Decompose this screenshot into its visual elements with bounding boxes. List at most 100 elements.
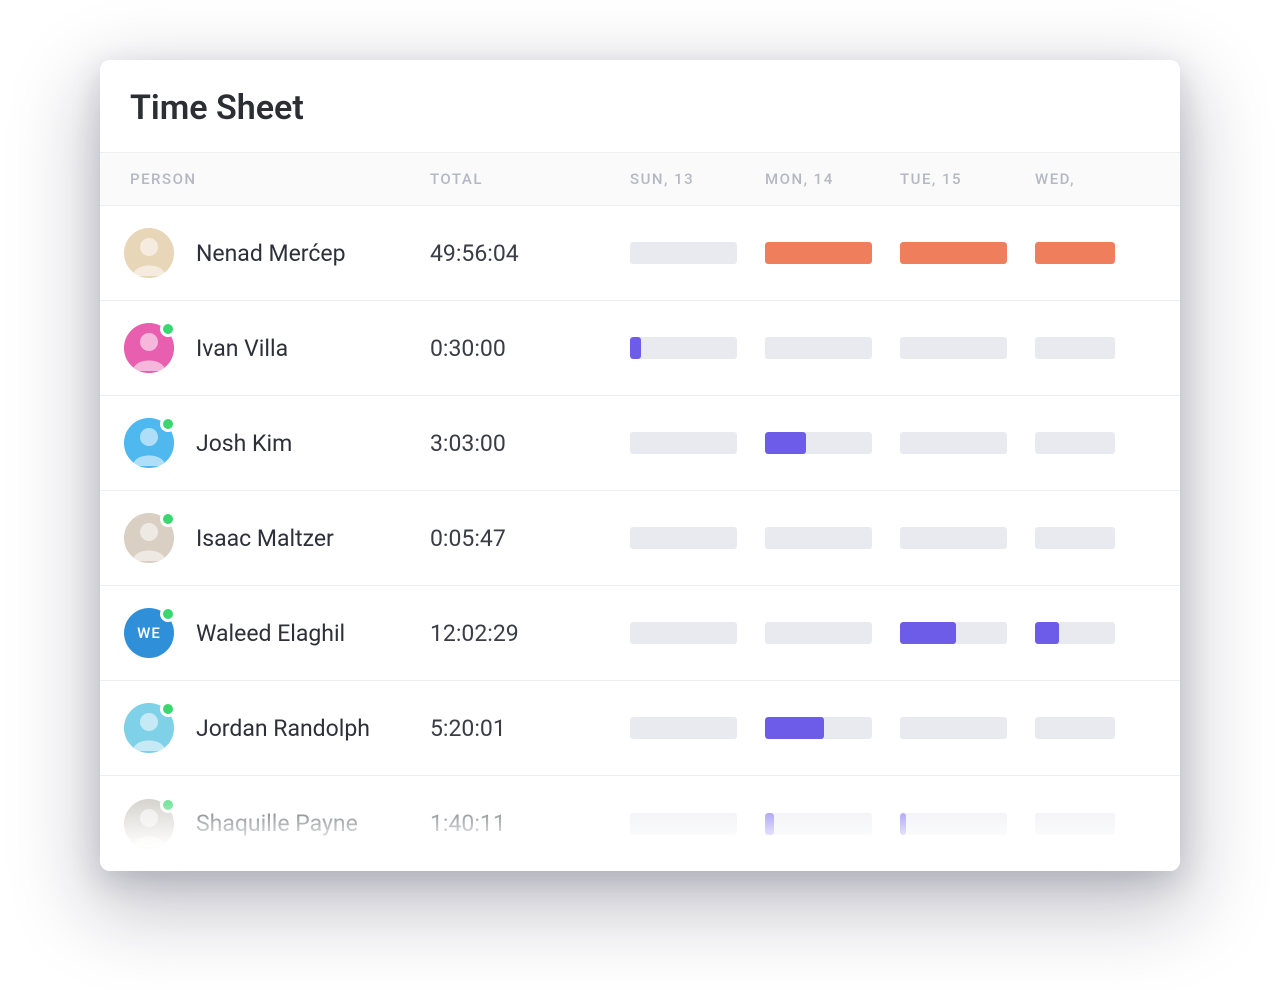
table-row[interactable]: Josh Kim 3:03:00 <box>100 396 1180 491</box>
day-cell[interactable] <box>1035 337 1115 359</box>
time-bar <box>900 717 1007 739</box>
time-bar <box>1035 432 1115 454</box>
person-cell: Josh Kim <box>100 418 430 468</box>
avatar[interactable] <box>124 703 174 753</box>
time-bar-fill <box>1035 622 1059 644</box>
time-bar-fill <box>765 432 806 454</box>
time-bar <box>1035 717 1115 739</box>
time-bar <box>1035 813 1115 835</box>
timesheet-card: Time Sheet PERSON TOTAL SUN, 13 MON, 14 … <box>100 60 1180 871</box>
day-cell[interactable] <box>1035 242 1115 264</box>
day-cell[interactable] <box>765 622 900 644</box>
time-bar-fill <box>900 622 956 644</box>
person-name[interactable]: Ivan Villa <box>196 335 288 362</box>
col-header-day-3[interactable]: WED, <box>1035 170 1115 188</box>
time-bar <box>765 717 872 739</box>
avatar[interactable] <box>124 799 174 849</box>
day-cell[interactable] <box>900 813 1035 835</box>
day-cell[interactable] <box>765 813 900 835</box>
day-cell[interactable] <box>765 717 900 739</box>
time-bar <box>630 242 737 264</box>
time-bar <box>765 813 872 835</box>
presence-indicator-icon <box>160 416 176 432</box>
col-header-day-2[interactable]: TUE, 15 <box>900 170 1035 188</box>
avatar-photo <box>124 228 174 278</box>
day-cell[interactable] <box>765 432 900 454</box>
day-cell[interactable] <box>900 432 1035 454</box>
total-time: 5:20:01 <box>430 715 630 742</box>
col-header-day-0[interactable]: SUN, 13 <box>630 170 765 188</box>
day-cell[interactable] <box>900 622 1035 644</box>
person-name[interactable]: Shaquille Payne <box>196 810 358 837</box>
day-cell[interactable] <box>630 337 765 359</box>
time-bar <box>900 337 1007 359</box>
time-bar-fill <box>765 242 872 264</box>
table-row[interactable]: Jordan Randolph 5:20:01 <box>100 681 1180 776</box>
person-name[interactable]: Josh Kim <box>196 430 292 457</box>
time-bar <box>1035 527 1115 549</box>
avatar[interactable]: WE <box>124 608 174 658</box>
day-cell[interactable] <box>1035 527 1115 549</box>
table-row[interactable]: Nenad Merćep 49:56:04 <box>100 206 1180 301</box>
day-cell[interactable] <box>765 242 900 264</box>
time-bar <box>900 432 1007 454</box>
time-bar-fill <box>765 717 824 739</box>
col-header-day-1[interactable]: MON, 14 <box>765 170 900 188</box>
time-bar <box>630 527 737 549</box>
person-name[interactable]: Waleed Elaghil <box>196 620 345 647</box>
time-bar <box>765 527 872 549</box>
avatar[interactable] <box>124 228 174 278</box>
time-bar <box>1035 337 1115 359</box>
time-bar-fill <box>765 813 774 835</box>
day-cell[interactable] <box>1035 622 1115 644</box>
total-time: 1:40:11 <box>430 810 630 837</box>
day-cell[interactable] <box>630 527 765 549</box>
avatar[interactable] <box>124 323 174 373</box>
person-name[interactable]: Isaac Maltzer <box>196 525 334 552</box>
table-row[interactable]: Shaquille Payne 1:40:11 <box>100 776 1180 871</box>
day-cell[interactable] <box>630 813 765 835</box>
table-row[interactable]: Isaac Maltzer 0:05:47 <box>100 491 1180 586</box>
day-cell[interactable] <box>630 622 765 644</box>
avatar[interactable] <box>124 418 174 468</box>
person-cell: Isaac Maltzer <box>100 513 430 563</box>
presence-indicator-icon <box>160 606 176 622</box>
day-cell[interactable] <box>900 717 1035 739</box>
presence-indicator-icon <box>160 511 176 527</box>
total-time: 49:56:04 <box>430 240 630 267</box>
person-cell: Ivan Villa <box>100 323 430 373</box>
person-name[interactable]: Jordan Randolph <box>196 715 370 742</box>
day-cell[interactable] <box>765 337 900 359</box>
time-bar <box>630 337 737 359</box>
person-cell: WE Waleed Elaghil <box>100 608 430 658</box>
person-name[interactable]: Nenad Merćep <box>196 240 346 267</box>
col-header-person[interactable]: PERSON <box>100 170 430 188</box>
time-bar <box>630 432 737 454</box>
day-cell[interactable] <box>900 527 1035 549</box>
person-cell: Nenad Merćep <box>100 228 430 278</box>
day-cell[interactable] <box>630 242 765 264</box>
time-bar <box>765 432 872 454</box>
day-cell[interactable] <box>1035 717 1115 739</box>
person-cell: Shaquille Payne <box>100 799 430 849</box>
day-cell[interactable] <box>765 527 900 549</box>
col-header-total[interactable]: TOTAL <box>430 170 630 188</box>
day-cell[interactable] <box>1035 813 1115 835</box>
day-cell[interactable] <box>900 337 1035 359</box>
table-row[interactable]: Ivan Villa0:30:00 <box>100 301 1180 396</box>
time-bar <box>1035 622 1115 644</box>
presence-indicator-icon <box>160 321 176 337</box>
day-cell[interactable] <box>900 242 1035 264</box>
table-row[interactable]: WE Waleed Elaghil 12:02:29 <box>100 586 1180 681</box>
table-body: Nenad Merćep49:56:04Ivan Villa0:30:00Jos… <box>100 206 1180 871</box>
total-time: 3:03:00 <box>430 430 630 457</box>
total-time: 0:05:47 <box>430 525 630 552</box>
presence-indicator-icon <box>160 797 176 813</box>
day-cell[interactable] <box>1035 432 1115 454</box>
avatar[interactable] <box>124 513 174 563</box>
total-time: 12:02:29 <box>430 620 630 647</box>
day-cell[interactable] <box>630 432 765 454</box>
day-cell[interactable] <box>630 717 765 739</box>
time-bar-fill <box>900 813 906 835</box>
table-header: PERSON TOTAL SUN, 13 MON, 14 TUE, 15 WED… <box>100 152 1180 206</box>
